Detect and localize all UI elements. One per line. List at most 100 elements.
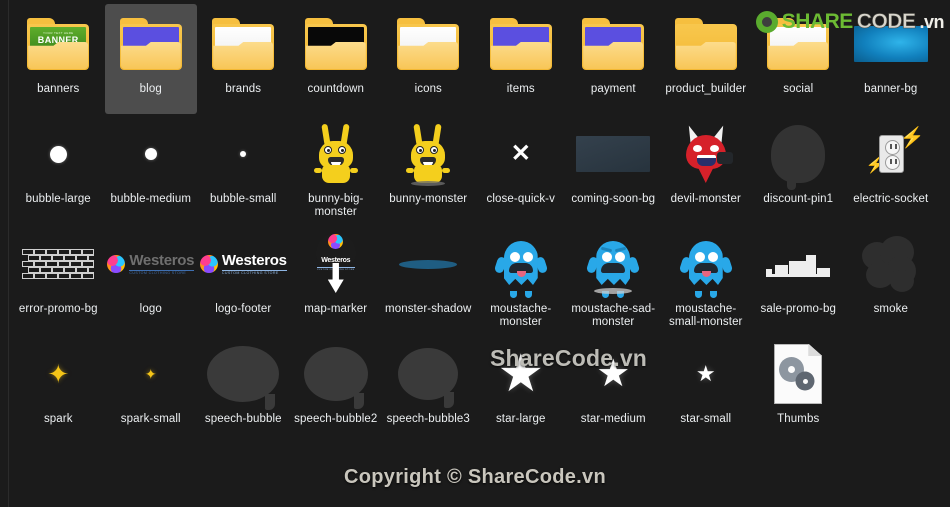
file-label: logo [139,303,162,315]
file-label: star-small [680,413,732,425]
file-item-star-small[interactable]: ★ star-small [660,334,753,444]
file-item-bubble-medium[interactable]: bubble-medium [105,114,198,224]
file-thumbnail [205,118,281,190]
file-item-bunny-monster[interactable]: bunny-monster [382,114,475,224]
file-thumbnail: ✦ [113,338,189,410]
file-label: payment [590,83,636,95]
file-item-smoke[interactable]: smoke [845,224,938,334]
file-label: close-quick-v [486,193,555,205]
bunny-monster-icon [405,123,451,186]
folder-icon [397,18,460,70]
file-item-discount-pin1[interactable]: discount-pin1 [752,114,845,224]
file-label: spark-small [120,413,181,425]
file-label: items [506,83,535,95]
file-item-blog[interactable]: blog [104,4,197,114]
file-thumbnail [390,118,466,190]
file-thumbnail [205,338,281,410]
file-item-speech-bubble2[interactable]: speech-bubble2 [290,334,383,444]
file-thumbnail [20,118,96,190]
file-label: star-medium [580,413,646,425]
file-item-items[interactable]: items [475,4,568,114]
file-thumbnail [668,118,744,190]
file-item-speech-bubble3[interactable]: speech-bubble3 [382,334,475,444]
folder-icon [674,18,737,70]
file-item-payment[interactable]: payment [567,4,660,114]
file-item-bunny-big-monster[interactable]: bunny-big-monster [290,114,383,224]
file-thumbnail [483,8,559,80]
westeros-mark-icon [107,255,126,273]
discount-pin-icon [771,125,826,190]
brick-wall-icon [22,249,95,279]
file-label: monster-shadow [385,303,472,315]
file-item-coming-soon-bg[interactable]: coming-soon-bg [567,114,660,224]
map-marker-icon: WesterosCUSTOM CLOTHING STORE [312,233,360,295]
file-item-spark-small[interactable]: ✦ spark-small [105,334,198,444]
star-icon: ★ [695,361,716,386]
file-item-thumbs[interactable]: Thumbs [752,334,845,444]
file-item-product-builder[interactable]: product_builder [660,4,753,114]
file-item-bubble-large[interactable]: bubble-large [12,114,105,224]
file-label: bunny-big-monster [308,193,364,218]
file-item-moustache-monster[interactable]: moustache-monster [475,224,568,334]
watermark-code-text: CODE [856,10,916,34]
folder-icon [582,18,645,70]
sharecode-watermark-middle: ShareCode.vn [490,345,648,371]
file-thumbnail [113,118,189,190]
file-item-icons[interactable]: icons [382,4,475,114]
folder-icon [119,18,182,70]
folder-icon [489,18,552,70]
file-item-devil-monster[interactable]: devil-monster [660,114,753,224]
file-label: countdown [307,83,365,95]
file-label: star-large [495,413,546,425]
file-item-close-quick-v[interactable]: ✕ close-quick-v [475,114,568,224]
file-label: speech-bubble [204,413,282,425]
file-thumbnail: YOUR TEXT HERE BANNER [20,8,96,80]
file-thumbnail: ✦ [20,338,96,410]
westeros-logo: Westeros CUSTOM CLOTHING STORE [107,253,194,276]
file-item-banners[interactable]: YOUR TEXT HERE BANNER banners [12,4,105,114]
folder-front [768,42,829,69]
file-thumbnail [298,338,374,410]
city-skyline-icon [766,251,831,277]
file-item-bubble-small[interactable]: bubble-small [197,114,290,224]
file-label: coming-soon-bg [571,193,656,205]
file-label: bubble-large [25,193,91,205]
copyright-watermark-bottom: Copyright © ShareCode.vn [344,466,606,488]
file-label: Thumbs [777,413,820,425]
file-thumbnail [483,228,559,300]
file-item-sale-promo-bg[interactable]: sale-promo-bg [752,224,845,334]
file-item-brands[interactable]: brands [197,4,290,114]
file-label: moustache-small-monster [668,303,743,328]
file-item-map-marker[interactable]: WesterosCUSTOM CLOTHING STORE map-marker [290,224,383,334]
file-item-spark[interactable]: ✦ spark [12,334,105,444]
file-thumbnail [113,8,189,80]
file-item-moustache-small-monster[interactable]: moustache-small-monster [660,224,753,334]
file-thumbnail: ⚡ ⚡ [853,118,929,190]
file-label: sale-promo-bg [760,303,836,315]
bunny-monster-icon [313,123,359,184]
file-thumbnail [205,8,281,80]
file-thumbnail [575,228,651,300]
watermark-share-text: SHARE [781,10,854,33]
file-thumbnail [20,228,96,300]
file-thumbnail: WesterosCUSTOM CLOTHING STORE [298,228,374,300]
file-item-logo[interactable]: Westeros CUSTOM CLOTHING STORE logo [105,224,198,334]
file-item-speech-bubble[interactable]: speech-bubble [197,334,290,444]
file-thumbnail [668,8,744,80]
file-item-error-promo-bg[interactable]: error-promo-bg [12,224,105,334]
file-thumbnail [853,228,929,300]
watermark-vn-text: .vn [919,11,944,32]
file-item-moustache-sad-monster[interactable]: moustache-sad-monster [567,224,660,334]
file-label: smoke [873,303,908,315]
sharecode-watermark-top: SHARE CODE .vn [755,10,944,34]
file-label: devil-monster [670,193,741,205]
file-label: product_builder [665,83,747,95]
folder-front [398,42,459,69]
file-item-electric-socket[interactable]: ⚡ ⚡ electric-socket [845,114,938,224]
folder-front [583,42,644,69]
file-item-monster-shadow[interactable]: monster-shadow [382,224,475,334]
smoke-cloud-icon [860,236,922,292]
file-thumbnail [390,228,466,300]
file-item-logo-footer[interactable]: Westeros CUSTOM CLOTHING STORE logo-footer [197,224,290,334]
file-item-countdown[interactable]: countdown [290,4,383,114]
